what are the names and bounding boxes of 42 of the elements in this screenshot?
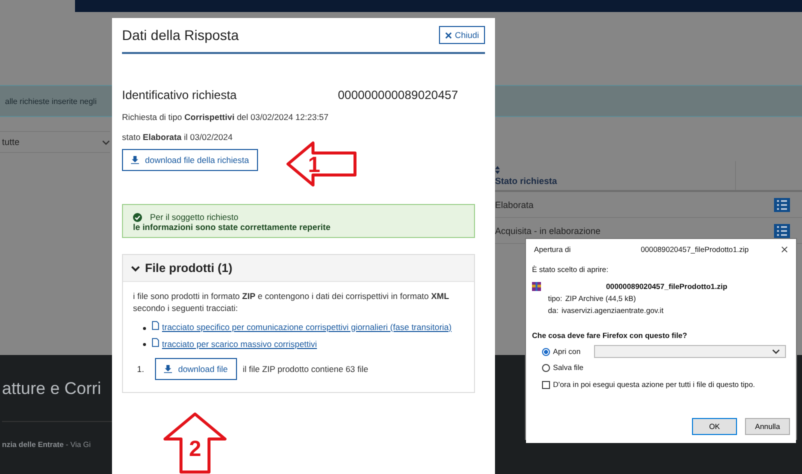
list-icon[interactable]: [774, 224, 790, 238]
close-icon: [444, 32, 452, 38]
archive-icon: [532, 282, 541, 291]
request-detail: stato Elaborata il 03/02/2024: [122, 132, 234, 142]
checkbox[interactable]: [542, 380, 550, 388]
check-circle-icon: [133, 212, 142, 222]
alert-message: le informazioni sono state correttamente reperite: [133, 222, 330, 232]
close-icon[interactable]: [781, 246, 788, 252]
column-header[interactable]: Stato richiesta: [495, 166, 735, 186]
panel-title: File prodotti (1): [145, 261, 232, 275]
chevron-down-icon: [131, 264, 140, 272]
download-button[interactable]: download file della richiesta: [122, 149, 258, 171]
document-link[interactable]: tracciato per scarico massivo corrispettivi: [162, 338, 317, 349]
bullet-icon: [143, 343, 146, 346]
radio-button[interactable]: [542, 348, 550, 356]
list-icon[interactable]: [774, 198, 790, 212]
close-button[interactable]: Chiudi: [438, 26, 485, 44]
request-detail: Richiesta di tipo Corrispettivi del 03/02/2024 12:23:57: [122, 112, 330, 122]
download-icon: [164, 365, 172, 374]
arrow-drawing: [285, 141, 357, 187]
callout-number: 2: [189, 438, 202, 460]
panel-text: i file sono prodotti in formato ZIP e contengono i dati dei corrispettivi in formato XML secondo i seguenti tracciati:: [133, 290, 450, 315]
footer-title: atture e Corri: [2, 379, 102, 399]
modal-title: Dati della Risposta: [122, 27, 239, 43]
document-link[interactable]: tracciato specifico per comunicazione corrispettivi giornalieri (fase transitoria): [162, 322, 452, 332]
request-id: 000000000089020457: [338, 88, 458, 102]
filter-select[interactable]: tutte: [0, 131, 110, 153]
alert-text: Per il soggetto richiesto: [150, 212, 238, 222]
list-number: 1.: [137, 364, 144, 374]
radio-button[interactable]: [542, 364, 550, 372]
callout-number: 1: [308, 154, 320, 176]
request-id-label: Identificativo richiesta: [122, 88, 237, 102]
download-button[interactable]: download file: [155, 358, 237, 380]
chevron-down-icon: [772, 349, 780, 354]
table-cell: Acquisita - in elaborazione: [495, 226, 601, 236]
chevron-down-icon: [102, 140, 110, 144]
download-icon: [131, 156, 139, 164]
panel-header[interactable]: File prodotti (1): [123, 255, 474, 282]
file-note: il file ZIP prodotto contiene 63 file: [242, 364, 368, 374]
table-cell: Elaborata: [495, 200, 534, 210]
notice-text: alle richieste inserite negli: [5, 96, 97, 106]
bullet-icon: [143, 326, 146, 330]
